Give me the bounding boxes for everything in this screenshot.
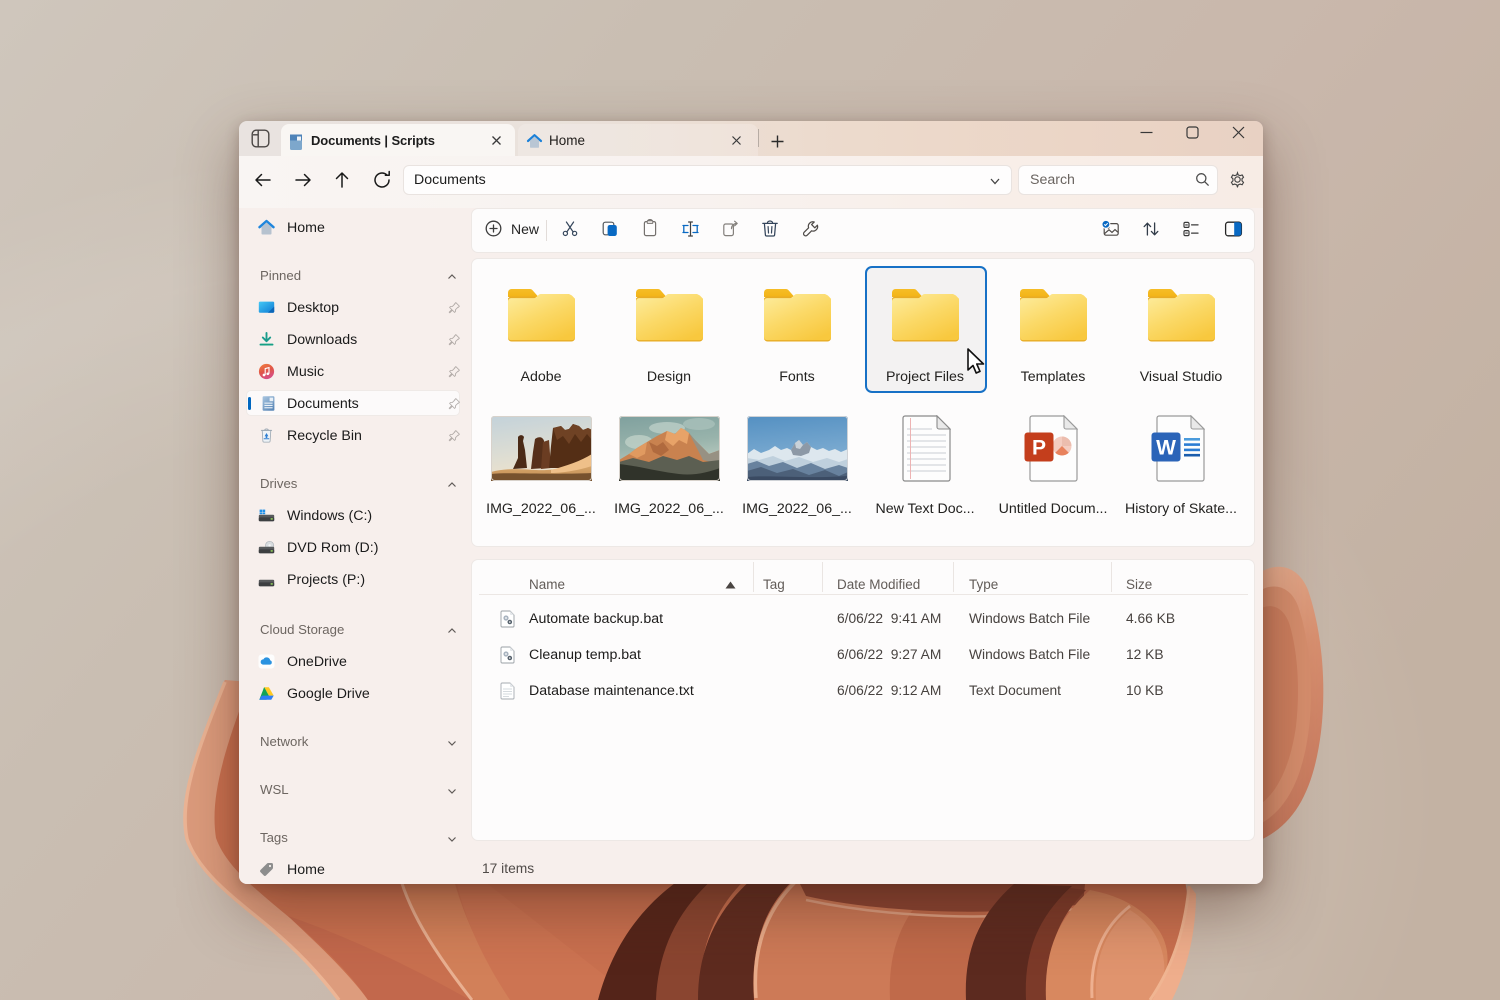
svg-text:W: W: [1156, 437, 1176, 460]
svg-text:P: P: [1032, 437, 1046, 460]
